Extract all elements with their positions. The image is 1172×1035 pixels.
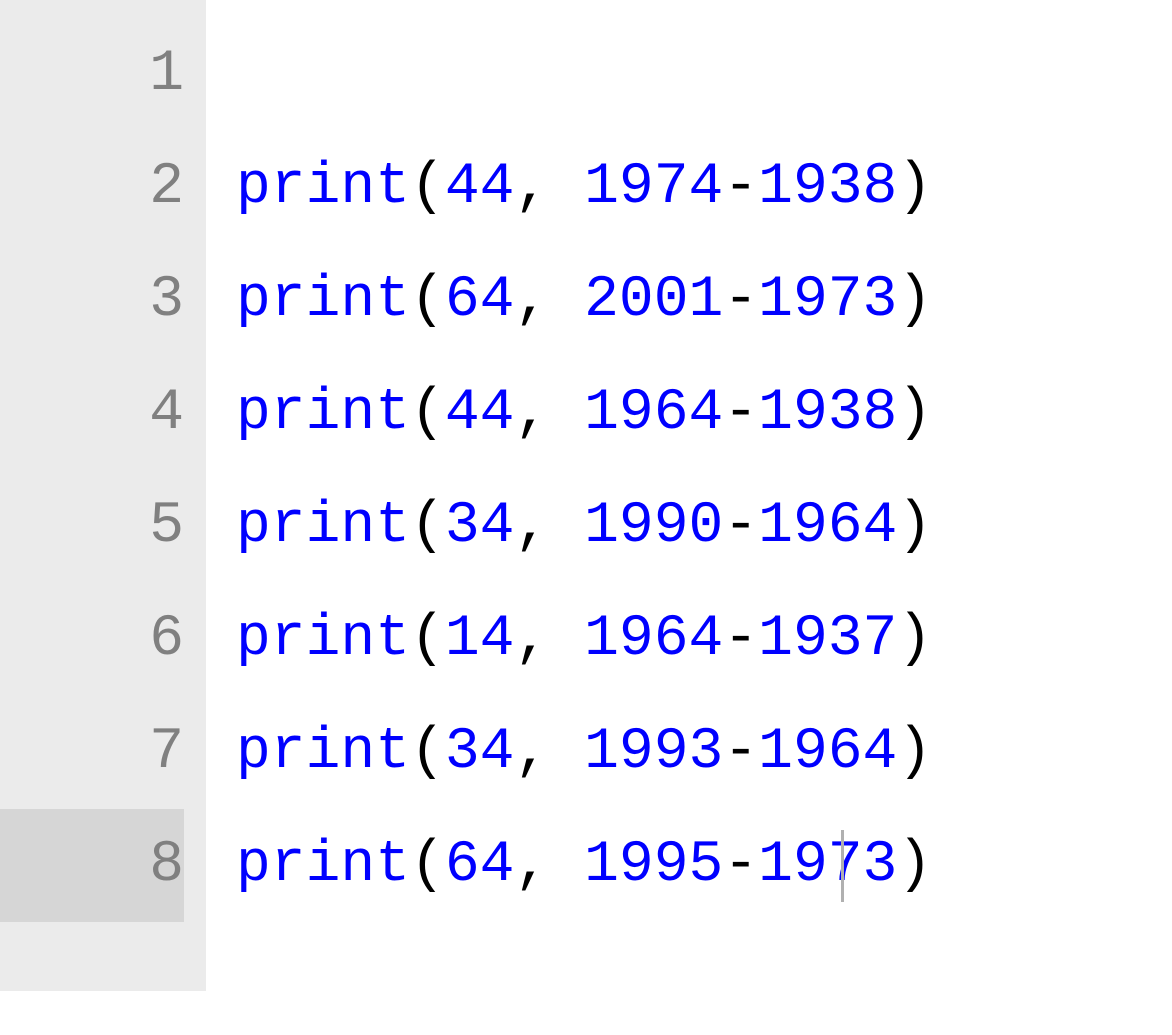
token-space — [549, 244, 584, 357]
code-line[interactable]: print(64, 2001-1973) — [236, 244, 1172, 357]
token-space — [549, 357, 584, 470]
token-function: print — [236, 470, 410, 583]
token-comma: , — [514, 470, 549, 583]
token-comma: , — [514, 696, 549, 809]
line-number[interactable]: 7 — [0, 696, 184, 809]
code-line[interactable]: print(34, 1990-1964) — [236, 470, 1172, 583]
token-number: 1993 — [584, 696, 723, 809]
token-function: print — [236, 357, 410, 470]
token-paren-close: ) — [897, 583, 932, 696]
token-function: print — [236, 583, 410, 696]
token-paren-open: ( — [410, 809, 445, 922]
token-minus: - — [723, 696, 758, 809]
token-number: 34 — [445, 696, 515, 809]
token-paren-open: ( — [410, 244, 445, 357]
code-line[interactable]: print(14, 1964-1937) — [236, 583, 1172, 696]
token-space — [549, 583, 584, 696]
token-function: print — [236, 244, 410, 357]
token-number: 1990 — [584, 470, 723, 583]
line-number[interactable]: 2 — [0, 131, 184, 244]
token-number: 1964 — [758, 696, 897, 809]
token-number: 1974 — [584, 131, 723, 244]
token-number: 1973 — [758, 244, 897, 357]
token-number: 2001 — [584, 244, 723, 357]
token-paren-open: ( — [410, 696, 445, 809]
token-number: 64 — [445, 809, 515, 922]
text-caret — [841, 830, 844, 902]
token-space — [549, 696, 584, 809]
token-number: 34 — [445, 470, 515, 583]
token-minus: - — [723, 583, 758, 696]
line-number[interactable]: 5 — [0, 470, 184, 583]
token-number: 1964 — [584, 583, 723, 696]
line-number[interactable]: 8 — [0, 809, 184, 922]
token-function: print — [236, 131, 410, 244]
line-number[interactable]: 6 — [0, 583, 184, 696]
token-paren-open: ( — [410, 357, 445, 470]
token-paren-close: ) — [897, 696, 932, 809]
code-line[interactable] — [236, 18, 1172, 131]
token-number: 1995 — [584, 809, 723, 922]
token-number: 64 — [445, 244, 515, 357]
token-minus: - — [723, 809, 758, 922]
code-line[interactable]: print(44, 1974-1938) — [236, 131, 1172, 244]
line-number[interactable]: 3 — [0, 244, 184, 357]
code-line[interactable]: print(44, 1964-1938) — [236, 357, 1172, 470]
token-comma: , — [514, 583, 549, 696]
token-number: 44 — [445, 131, 515, 244]
gutter-blank — [0, 922, 184, 1035]
token-number: 14 — [445, 583, 515, 696]
token-space — [549, 131, 584, 244]
token-space — [549, 809, 584, 922]
token-paren-open: ( — [410, 131, 445, 244]
token-comma: , — [514, 131, 549, 244]
code-editor[interactable]: print(44, 1974-1938) print(64, 2001-1973… — [206, 0, 1172, 991]
token-paren-close: ) — [897, 244, 932, 357]
token-paren-close: ) — [897, 470, 932, 583]
token-minus: - — [723, 131, 758, 244]
token-minus: - — [723, 357, 758, 470]
token-paren-close: ) — [897, 357, 932, 470]
token-number: 1938 — [758, 131, 897, 244]
line-number[interactable]: 4 — [0, 357, 184, 470]
code-line[interactable]: print(34, 1993-1964) — [236, 696, 1172, 809]
line-number-gutter: 1 2 3 4 5 6 7 8 — [0, 0, 206, 991]
token-number: 1937 — [758, 583, 897, 696]
token-number: 44 — [445, 357, 515, 470]
token-paren-open: ( — [410, 470, 445, 583]
token-paren-close: ) — [897, 131, 932, 244]
token-paren-open: ( — [410, 583, 445, 696]
token-comma: , — [514, 809, 549, 922]
token-number: 1938 — [758, 357, 897, 470]
token-minus: - — [723, 244, 758, 357]
token-function: print — [236, 809, 410, 922]
token-space — [549, 470, 584, 583]
token-minus: - — [723, 470, 758, 583]
line-number[interactable]: 1 — [0, 18, 184, 131]
token-comma: , — [514, 244, 549, 357]
token-number: 1964 — [584, 357, 723, 470]
token-comma: , — [514, 357, 549, 470]
token-paren-close: ) — [897, 809, 932, 922]
token-number: 1973 — [758, 809, 897, 922]
token-function: print — [236, 696, 410, 809]
code-line[interactable]: print(64, 1995-1973) — [236, 809, 1172, 922]
token-number: 1964 — [758, 470, 897, 583]
